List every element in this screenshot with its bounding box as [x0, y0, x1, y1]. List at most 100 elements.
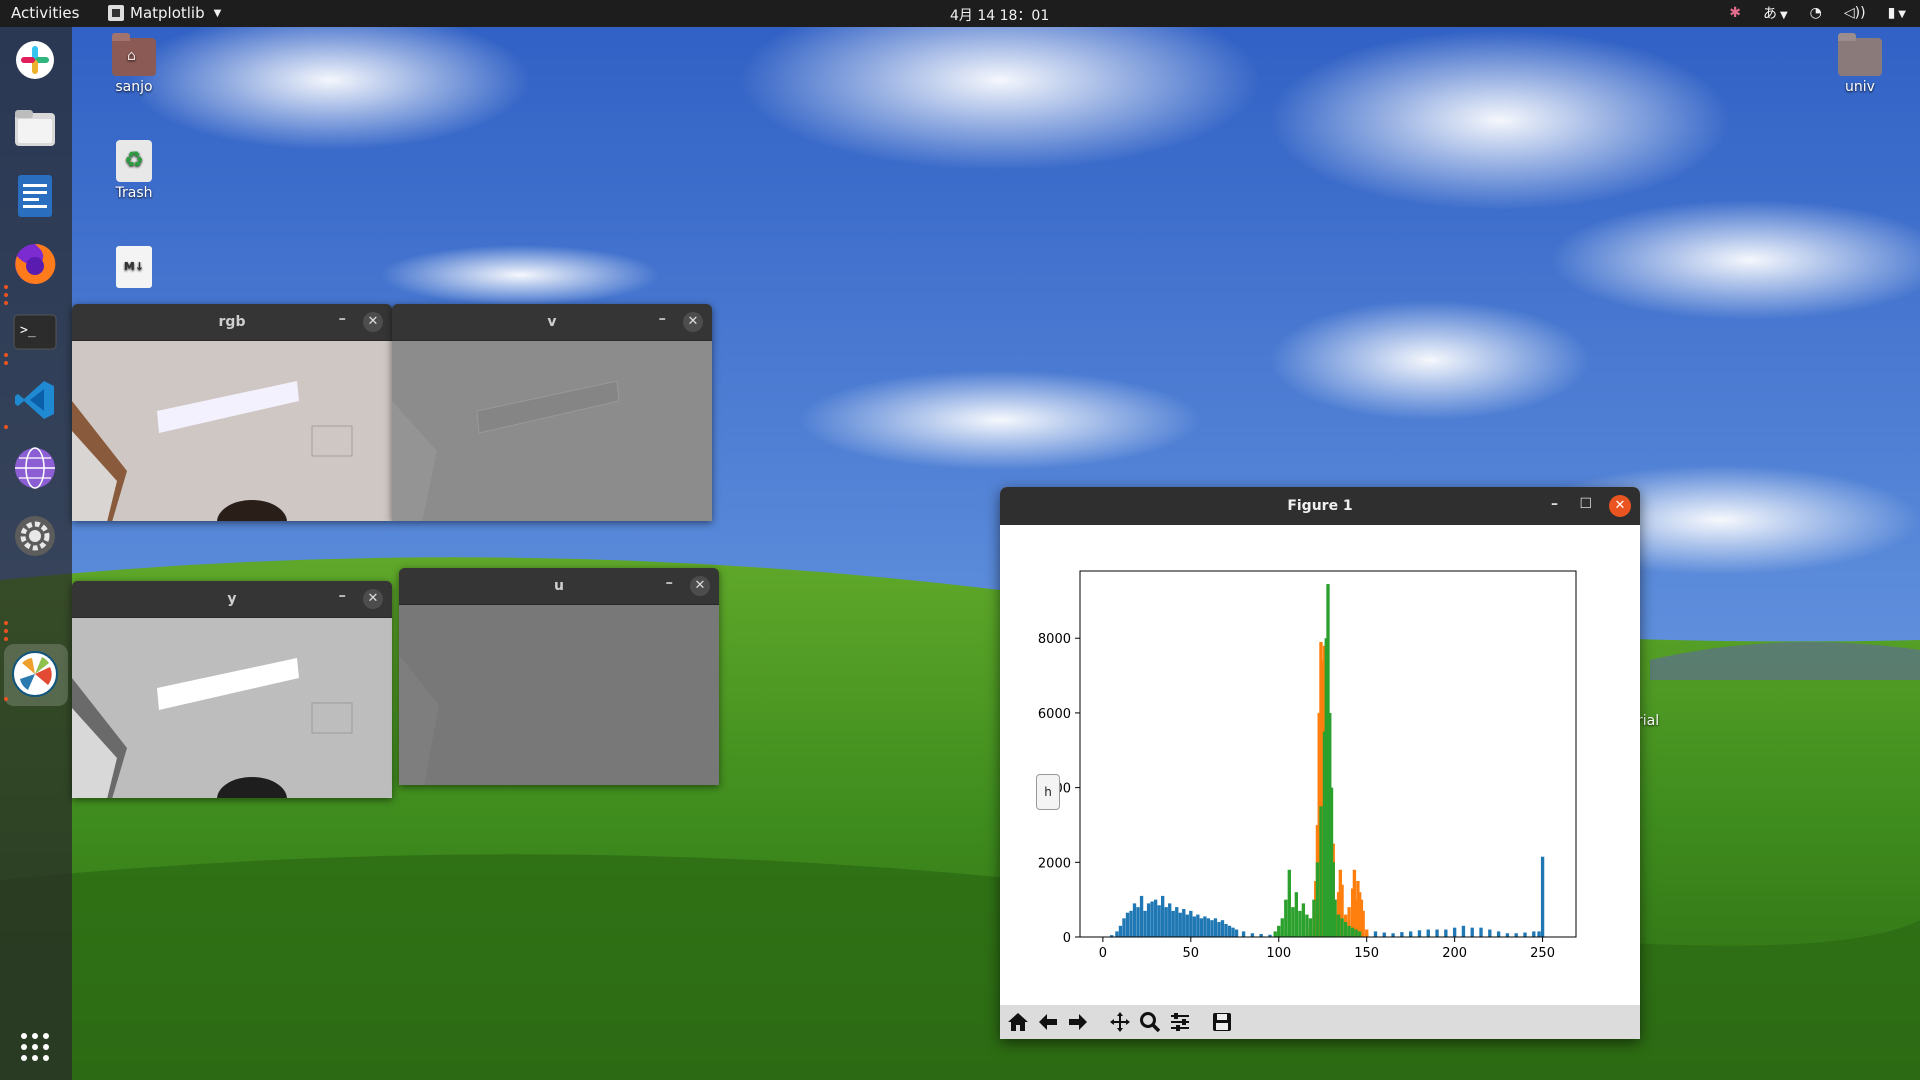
histogram-bar [1224, 923, 1228, 937]
home-icon[interactable] [1004, 1008, 1032, 1036]
matplotlib-icon[interactable] [11, 650, 59, 698]
minimize-icon[interactable]: – [1551, 496, 1558, 512]
app-menu-label: Matplotlib [130, 4, 205, 22]
histogram-bar [1452, 927, 1457, 937]
running-indicator [4, 637, 8, 641]
desktop-icon-trash[interactable]: ♻ Trash [89, 140, 179, 201]
y-window[interactable]: y – ✕ [72, 581, 392, 798]
histogram-bar [1347, 925, 1351, 937]
close-icon[interactable]: ✕ [683, 312, 703, 332]
chevron-down-icon: ▼ [213, 7, 222, 19]
browser-icon[interactable] [11, 444, 59, 492]
close-icon[interactable]: ✕ [690, 576, 710, 596]
histogram-bar [1400, 932, 1404, 937]
histogram-bar [1189, 910, 1193, 937]
histogram-bar [1514, 933, 1518, 937]
histogram-bar [1287, 869, 1291, 937]
histogram-bar [1523, 932, 1527, 937]
histogram-bar [1192, 916, 1196, 937]
x-tick-label: 250 [1530, 946, 1555, 961]
desktop-icon-markdown[interactable]: M↓ [89, 246, 179, 291]
chevron-down-icon: ▼ [1779, 10, 1788, 21]
y-channel-image [72, 618, 392, 798]
home-folder-icon: ⌂ [112, 33, 156, 76]
histogram-bar [1312, 899, 1316, 937]
activities-button[interactable]: Activities [11, 4, 79, 22]
histogram-bar [1461, 925, 1466, 937]
histogram-bar [1125, 912, 1130, 937]
window-titlebar[interactable]: Figure 1 – ☐ ✕ [1000, 487, 1640, 525]
firefox-icon[interactable] [11, 240, 59, 288]
wifi-icon[interactable]: ◔ [1810, 5, 1822, 21]
maximize-icon[interactable]: ☐ [1579, 496, 1592, 512]
close-icon[interactable]: ✕ [1609, 495, 1631, 517]
histogram-bar [1171, 910, 1175, 937]
window-titlebar[interactable]: u – ✕ [399, 568, 719, 605]
histogram-bar [1301, 903, 1306, 937]
back-arrow-icon[interactable] [1034, 1008, 1062, 1036]
window-titlebar[interactable]: v – ✕ [392, 304, 712, 341]
close-icon[interactable]: ✕ [363, 312, 383, 332]
histogram-bar [1164, 907, 1168, 937]
forward-arrow-icon[interactable] [1064, 1008, 1092, 1036]
battery-icon[interactable]: ▮ ▼ [1888, 5, 1906, 21]
window-titlebar[interactable]: y – ✕ [72, 581, 392, 618]
vscode-icon[interactable] [11, 376, 59, 424]
histogram-bar [1382, 932, 1386, 937]
minimize-icon[interactable]: – [339, 309, 347, 327]
volume-icon[interactable]: ◁)) [1844, 5, 1866, 21]
slack-tray-icon[interactable]: ✱ [1729, 5, 1741, 21]
desktop-icon-label: sanjo [115, 79, 153, 95]
clock[interactable]: 4月 14 18：01 [950, 5, 1049, 25]
histogram-bar [1220, 920, 1225, 937]
histogram-bar [1294, 892, 1299, 937]
writer-icon[interactable] [11, 172, 59, 220]
histogram-bar [1273, 931, 1277, 937]
histogram-bar [1277, 925, 1281, 937]
histogram-chart[interactable]: 05010015020025002000400060008000 [1000, 525, 1640, 1005]
rgb-camera-image [72, 341, 392, 521]
system-tray[interactable]: ✱ あ ▼ ◔ ◁)) ▮ ▼ [1729, 3, 1906, 23]
settings-icon[interactable] [11, 512, 59, 560]
histogram-bar [1333, 899, 1337, 937]
histogram-bar [1139, 895, 1144, 937]
desktop-icon-univ[interactable]: univ [1815, 33, 1905, 95]
histogram-bar [1143, 910, 1147, 937]
pan-icon[interactable] [1106, 1008, 1134, 1036]
x-tick-label: 200 [1442, 946, 1467, 961]
histogram-bar [1182, 908, 1186, 937]
rgb-window[interactable]: rgb – ✕ [72, 304, 392, 521]
histogram-bar [1340, 918, 1344, 937]
save-icon[interactable] [1208, 1008, 1236, 1036]
files-icon[interactable] [11, 104, 59, 152]
window-title: v [547, 314, 557, 330]
slack-icon[interactable] [11, 36, 59, 84]
input-method[interactable]: あ ▼ [1763, 3, 1788, 23]
app-menu[interactable]: Matplotlib ▼ [108, 4, 221, 22]
terminal-icon[interactable]: >_ [11, 308, 59, 356]
desktop-icon-sanjo[interactable]: ⌂ sanjo [89, 33, 179, 95]
minimize-icon[interactable]: – [659, 309, 667, 327]
trash-icon: ♻ [116, 140, 152, 182]
v-window[interactable]: v – ✕ [392, 304, 712, 521]
histogram-bar [1199, 918, 1204, 937]
histogram-bar [1250, 933, 1255, 937]
histogram-bar [1178, 912, 1182, 937]
histogram-bar [1298, 910, 1302, 937]
histogram-bar [1444, 929, 1448, 937]
close-icon[interactable]: ✕ [363, 589, 383, 609]
top-bar: Activities Matplotlib ▼ 4月 14 18：01 ✱ あ ▼… [0, 0, 1920, 27]
figure-window[interactable]: Figure 1 – ☐ ✕ 0501001502002500200040006… [1000, 487, 1640, 1039]
configure-subplots-icon[interactable] [1166, 1008, 1194, 1036]
histogram-bar [1241, 931, 1246, 937]
minimize-icon[interactable]: – [666, 573, 674, 591]
minimize-icon[interactable]: – [339, 586, 347, 604]
running-indicator [4, 629, 8, 633]
zoom-icon[interactable] [1136, 1008, 1164, 1036]
histogram-bar [1496, 931, 1501, 937]
histogram-bar [1231, 927, 1235, 937]
u-window[interactable]: u – ✕ [399, 568, 719, 785]
running-indicator [4, 353, 8, 357]
window-titlebar[interactable]: rgb – ✕ [72, 304, 392, 341]
show-apps-icon[interactable] [11, 1023, 59, 1071]
